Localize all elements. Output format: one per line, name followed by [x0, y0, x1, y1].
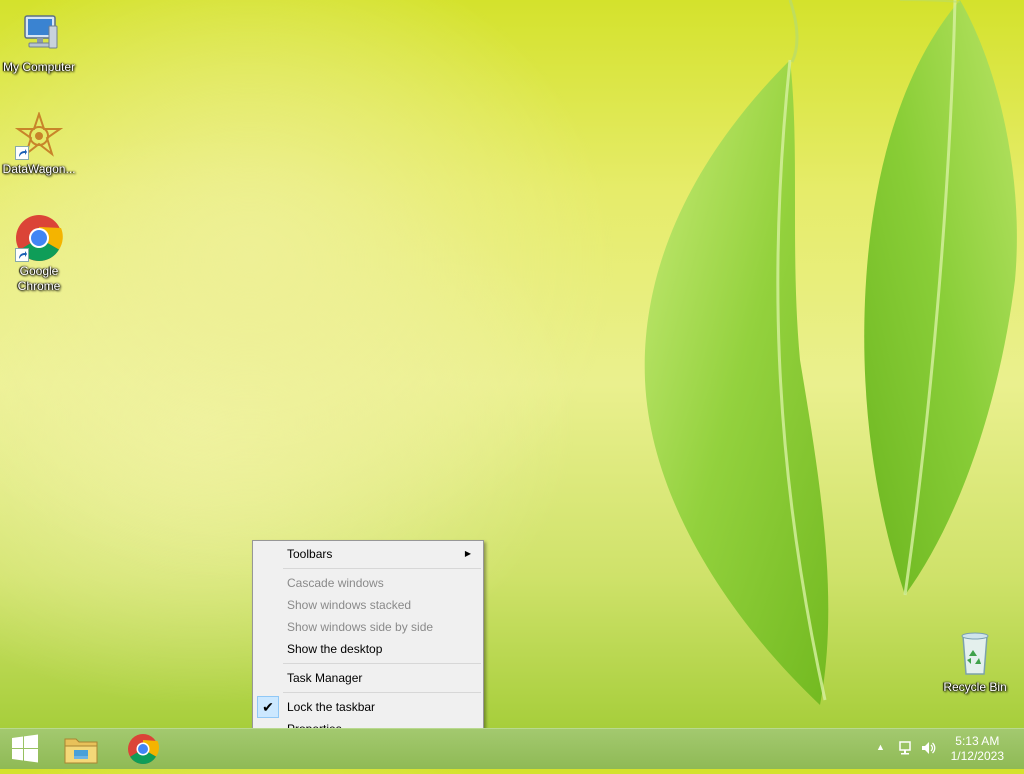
chevron-up-icon[interactable]: ▲	[876, 742, 885, 752]
menu-separator	[283, 568, 481, 569]
desktop-icon-label: Recycle Bin	[943, 680, 1007, 694]
menu-item-label: Show windows stacked	[287, 598, 412, 612]
desktop-icon-google-chrome[interactable]: Google Chrome	[0, 214, 78, 294]
menu-item-toolbars[interactable]: Toolbars ▶	[255, 543, 481, 565]
shortcut-arrow-icon	[15, 248, 29, 262]
chrome-icon	[15, 214, 63, 262]
chrome-icon	[128, 734, 159, 764]
clock-time: 5:13 AM	[955, 734, 1000, 748]
wallpaper-leaves	[644, 0, 1017, 705]
menu-separator	[283, 692, 481, 693]
menu-item-show-windows-side-by-side[interactable]: Show windows side by side	[255, 616, 481, 638]
desktop[interactable]: My Computer DataWagon... Google Chrome R…	[0, 0, 1024, 728]
windows-logo-icon	[12, 734, 38, 763]
volume-icon[interactable]	[920, 740, 936, 759]
taskbar-clock[interactable]: 5:13 AM 1/12/2023	[951, 734, 1004, 764]
desktop-icon-recycle-bin[interactable]: Recycle Bin	[936, 630, 1014, 695]
menu-item-show-windows-stacked[interactable]: Show windows stacked	[255, 594, 481, 616]
menu-item-label: Task Manager	[287, 671, 363, 685]
taskbar-context-menu: Toolbars ▶ Cascade windows Show windows …	[252, 540, 484, 742]
desktop-icon-my-computer[interactable]: My Computer	[0, 10, 78, 75]
menu-item-label: Cascade windows	[287, 576, 384, 590]
menu-item-task-manager[interactable]: Task Manager	[255, 667, 481, 689]
start-button[interactable]	[0, 729, 50, 769]
network-icon[interactable]	[898, 740, 914, 759]
menu-item-label: Toolbars	[287, 547, 333, 561]
menu-item-lock-the-taskbar[interactable]: ✔ Lock the taskbar	[255, 696, 481, 718]
chrome-taskbar-button[interactable]	[118, 729, 168, 769]
taskbar[interactable]: ▲ 5:13 AM 1/12/2023	[0, 728, 1024, 769]
desktop-icon-label-line2: Chrome	[17, 279, 61, 293]
menu-item-show-the-desktop[interactable]: Show the desktop	[255, 638, 481, 660]
recycle-bin-icon	[951, 630, 999, 678]
menu-item-label: Show the desktop	[287, 642, 383, 656]
menu-item-label: Show windows side by side	[287, 620, 434, 634]
shortcut-arrow-icon	[15, 146, 29, 160]
file-explorer-icon	[64, 738, 98, 764]
menu-separator	[283, 663, 481, 664]
desktop-icon-label: My Computer	[2, 60, 76, 74]
desktop-icon-datawagon[interactable]: DataWagon...	[0, 110, 78, 177]
desktop-icon-label: DataWagon...	[2, 162, 76, 176]
computer-icon	[15, 10, 63, 58]
menu-item-cascade-windows[interactable]: Cascade windows	[255, 572, 481, 594]
file-explorer-taskbar-button[interactable]	[56, 729, 106, 769]
system-tray: ▲	[870, 729, 940, 769]
checkmark-icon: ✔	[257, 696, 279, 718]
submenu-arrow-icon: ▶	[464, 549, 471, 558]
datawagon-icon	[14, 110, 64, 160]
menu-item-label: Lock the taskbar	[287, 700, 376, 714]
desktop-icon-label-line1: Google	[19, 264, 59, 278]
clock-date: 1/12/2023	[950, 749, 1004, 763]
